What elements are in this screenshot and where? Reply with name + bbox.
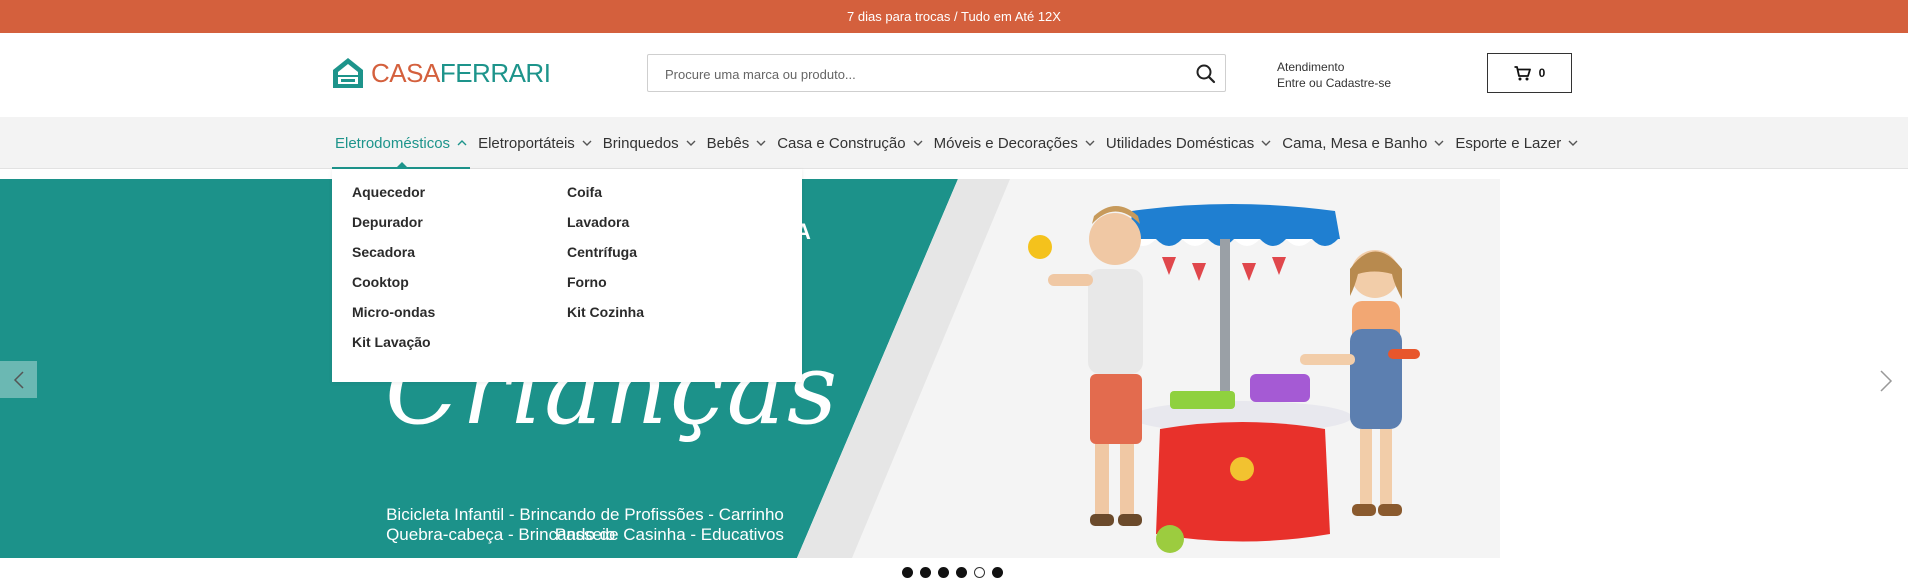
dropdown-item-kit-cozinha[interactable]: Kit Cozinha xyxy=(567,303,644,333)
dropdown-column-2: Coifa Lavadora Centrífuga Forno Kit Cozi… xyxy=(567,183,644,333)
slider-dot[interactable] xyxy=(902,567,913,578)
nav-item-eletroportateis[interactable]: Eletroportáteis xyxy=(478,117,592,169)
banner-background xyxy=(0,179,1500,558)
slider-prev-button[interactable] xyxy=(0,361,37,398)
slider-dot[interactable] xyxy=(956,567,967,578)
chevron-down-icon xyxy=(1085,140,1095,146)
nav-item-cama-mesa-banho[interactable]: Cama, Mesa e Banho xyxy=(1282,117,1444,169)
dropdown-item-aquecedor[interactable]: Aquecedor xyxy=(352,183,435,213)
nav-item-label: Eletrodomésticos xyxy=(335,134,451,152)
chevron-up-icon xyxy=(457,140,467,146)
nav-item-utilidades-domesticas[interactable]: Utilidades Domésticas xyxy=(1106,117,1271,169)
chevron-down-icon xyxy=(582,140,592,146)
header: CASAFERRARI Atendimento Entre ou Cadastr… xyxy=(0,33,1908,117)
chevron-down-icon xyxy=(913,140,923,146)
chevron-down-icon xyxy=(1434,140,1444,146)
eletrodomesticos-dropdown: Aquecedor Depurador Secadora Cooktop Mic… xyxy=(332,162,802,382)
dropdown-item-depurador[interactable]: Depurador xyxy=(352,213,435,243)
chevron-down-icon xyxy=(1261,140,1271,146)
main-nav: Eletrodomésticos Eletroportáteis Brinque… xyxy=(0,117,1908,169)
dropdown-item-cooktop[interactable]: Cooktop xyxy=(352,273,435,303)
chevron-down-icon xyxy=(686,140,696,146)
search-box xyxy=(647,54,1226,93)
dropdown-item-micro-ondas[interactable]: Micro-ondas xyxy=(352,303,435,333)
announcement-bar: 7 dias para trocas / Tudo em Até 12X xyxy=(0,0,1908,33)
nav-item-label: Brinquedos xyxy=(602,134,679,152)
dropdown-item-secadora[interactable]: Secadora xyxy=(352,243,435,273)
nav-item-casa-construcao[interactable]: Casa e Construção xyxy=(777,117,923,169)
dropdown-item-centrifuga[interactable]: Centrífuga xyxy=(567,243,644,273)
cart-button[interactable]: 0 xyxy=(1487,53,1572,93)
nav-item-label: Móveis e Decorações xyxy=(933,134,1078,152)
logo-casa: CASA xyxy=(371,58,440,88)
nav-item-label: Eletroportáteis xyxy=(478,134,575,152)
dropdown-item-coifa[interactable]: Coifa xyxy=(567,183,644,213)
nav-item-label: Utilidades Domésticas xyxy=(1105,134,1255,152)
logo[interactable]: CASAFERRARI xyxy=(331,55,551,91)
chevron-down-icon xyxy=(1568,140,1578,146)
nav-item-moveis-decoracoes[interactable]: Móveis e Decorações xyxy=(934,117,1095,169)
dropdown-item-lavadora[interactable]: Lavadora xyxy=(567,213,644,243)
hero-banner[interactable]: A Crianças Bicicleta Infantil - Brincand… xyxy=(0,179,1908,558)
nav-items: Eletrodomésticos Eletroportáteis Brinque… xyxy=(331,117,1589,169)
chevron-right-icon[interactable] xyxy=(1876,369,1896,393)
slider-dot[interactable] xyxy=(938,567,949,578)
login-register-link[interactable]: Entre ou Cadastre-se xyxy=(1277,75,1391,91)
nav-item-label: Cama, Mesa e Banho xyxy=(1282,134,1428,152)
logo-ferrari: FERRARI xyxy=(439,58,551,88)
slider-dots xyxy=(902,567,1010,578)
search-icon[interactable] xyxy=(1195,63,1217,85)
chevron-left-icon xyxy=(13,370,24,389)
slider-dot[interactable] xyxy=(920,567,931,578)
banner-subline-2: Quebra-cabeça - Brincando de Casinha - E… xyxy=(386,525,784,544)
nav-item-label: Esporte e Lazer xyxy=(1455,134,1562,152)
page: 7 dias para trocas / Tudo em Até 12X CAS… xyxy=(0,0,1908,588)
nav-item-label: Casa e Construção xyxy=(777,134,906,152)
dropdown-item-forno[interactable]: Forno xyxy=(567,273,644,303)
chevron-down-icon xyxy=(756,140,766,146)
nav-item-bebes[interactable]: Bebês xyxy=(707,117,767,169)
nav-item-esporte-lazer[interactable]: Esporte e Lazer xyxy=(1455,117,1578,169)
account-area: Atendimento Entre ou Cadastre-se xyxy=(1277,59,1391,91)
support-link[interactable]: Atendimento xyxy=(1277,59,1391,75)
nav-item-brinquedos[interactable]: Brinquedos xyxy=(603,117,696,169)
house-logo-icon xyxy=(333,58,363,88)
dropdown-item-kit-lavacao[interactable]: Kit Lavação xyxy=(352,333,435,363)
nav-item-label: Bebês xyxy=(706,134,750,152)
announcement-text: 7 dias para trocas / Tudo em Até 12X xyxy=(847,9,1061,24)
slider-dot-active[interactable] xyxy=(974,567,985,578)
dropdown-column-1: Aquecedor Depurador Secadora Cooktop Mic… xyxy=(352,183,435,363)
dropdown-caret xyxy=(395,162,409,169)
cart-count: 0 xyxy=(1538,66,1546,80)
kids-food-truck-image xyxy=(1028,204,1420,553)
cart-icon xyxy=(1514,65,1531,80)
search-input[interactable] xyxy=(663,55,1167,93)
slider-dot[interactable] xyxy=(992,567,1003,578)
